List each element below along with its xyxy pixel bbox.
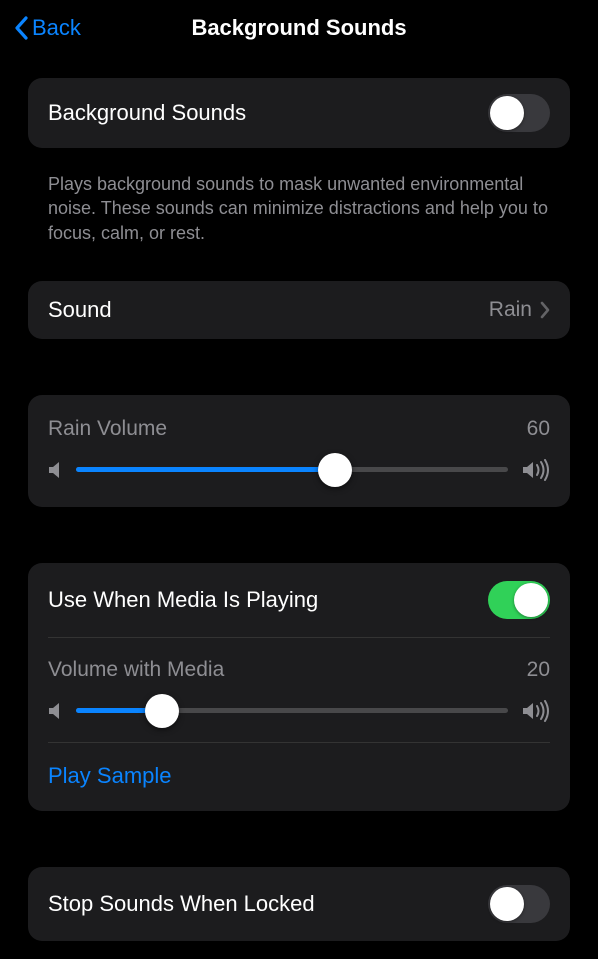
- rain-volume-slider[interactable]: [76, 467, 508, 472]
- stop-when-locked-row: Stop Sounds When Locked: [28, 867, 570, 941]
- rain-volume-value: 60: [527, 417, 550, 441]
- slider-thumb[interactable]: [145, 694, 179, 728]
- toggle-knob: [514, 583, 548, 617]
- media-volume-slider[interactable]: [76, 708, 508, 713]
- rain-volume-label: Rain Volume: [48, 417, 167, 441]
- rain-volume-group: Rain Volume 60: [28, 395, 570, 507]
- chevron-right-icon: [540, 301, 550, 319]
- chevron-left-icon: [14, 16, 28, 40]
- use-media-label: Use When Media Is Playing: [48, 587, 318, 613]
- media-group: Use When Media Is Playing Volume with Me…: [28, 563, 570, 811]
- sound-label: Sound: [48, 297, 112, 323]
- media-volume-label: Volume with Media: [48, 658, 224, 682]
- background-sounds-row: Background Sounds: [28, 78, 570, 148]
- use-media-row: Use When Media Is Playing: [28, 563, 570, 637]
- volume-low-icon: [48, 460, 62, 480]
- media-volume-value: 20: [527, 658, 550, 682]
- back-label: Back: [32, 15, 81, 41]
- rain-volume-block: Rain Volume 60: [28, 395, 570, 507]
- background-sounds-description: Plays background sounds to mask unwanted…: [28, 162, 570, 245]
- background-sounds-toggle[interactable]: [488, 94, 550, 132]
- page-title: Background Sounds: [191, 15, 406, 41]
- volume-high-icon: [522, 459, 550, 481]
- play-sample-button[interactable]: Play Sample: [48, 763, 172, 788]
- use-media-toggle[interactable]: [488, 581, 550, 619]
- locked-group: Stop Sounds When Locked: [28, 867, 570, 941]
- sound-row[interactable]: Sound Rain: [28, 281, 570, 339]
- back-button[interactable]: Back: [14, 0, 81, 56]
- slider-fill: [76, 467, 335, 472]
- stop-when-locked-label: Stop Sounds When Locked: [48, 891, 315, 917]
- slider-thumb[interactable]: [318, 453, 352, 487]
- sound-group: Sound Rain: [28, 281, 570, 339]
- media-volume-block: Volume with Media 20: [28, 638, 570, 742]
- sound-value: Rain: [489, 298, 532, 322]
- volume-high-icon: [522, 700, 550, 722]
- toggle-knob: [490, 887, 524, 921]
- volume-low-icon: [48, 701, 62, 721]
- background-sounds-label: Background Sounds: [48, 100, 246, 126]
- sound-value-container: Rain: [489, 298, 550, 322]
- play-sample-row: Play Sample: [28, 743, 570, 811]
- background-sounds-group: Background Sounds: [28, 78, 570, 148]
- navigation-header: Back Background Sounds: [0, 0, 598, 56]
- stop-when-locked-toggle[interactable]: [488, 885, 550, 923]
- stop-when-locked-description: When enabled, background sounds will sto…: [28, 955, 570, 959]
- toggle-knob: [490, 96, 524, 130]
